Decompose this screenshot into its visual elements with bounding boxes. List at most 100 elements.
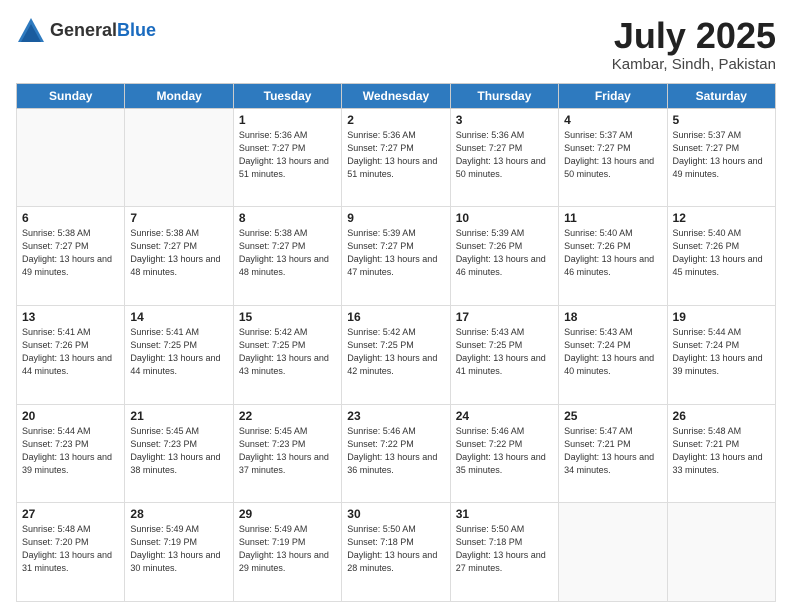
table-row: 11 Sunrise: 5:40 AMSunset: 7:26 PMDayligh…: [559, 207, 667, 306]
day-detail: Sunrise: 5:43 AMSunset: 7:24 PMDaylight:…: [564, 326, 661, 378]
table-row: 20Sunrise: 5:44 AMSunset: 7:23 PMDayligh…: [17, 404, 125, 503]
page: GeneralBlue July 2025 Kambar, Sindh, Pak…: [0, 0, 792, 612]
table-row: 15Sunrise: 5:42 AMSunset: 7:25 PMDayligh…: [233, 305, 341, 404]
table-row: 18 Sunrise: 5:43 AMSunset: 7:24 PMDayligh…: [559, 305, 667, 404]
table-row: 29 Sunrise: 5:49 AMSunset: 7:19 PMDayligh…: [233, 503, 341, 602]
day-detail: Sunrise: 5:49 AMSunset: 7:19 PMDaylight:…: [239, 523, 336, 575]
table-row: 14Sunrise: 5:41 AMSunset: 7:25 PMDayligh…: [125, 305, 233, 404]
calendar-header-row: Sunday Monday Tuesday Wednesday Thursday…: [17, 83, 776, 108]
day-number: 28: [130, 507, 227, 521]
day-number: 4: [564, 113, 661, 127]
col-friday: Friday: [559, 83, 667, 108]
table-row: 26 Sunrise: 5:48 AMSunset: 7:21 PMDayligh…: [667, 404, 775, 503]
table-row: 21Sunrise: 5:45 AMSunset: 7:23 PMDayligh…: [125, 404, 233, 503]
day-number: 1: [239, 113, 336, 127]
day-number: 25: [564, 409, 661, 423]
day-detail: Sunrise: 5:43 AMSunset: 7:25 PMDaylight:…: [456, 326, 553, 378]
day-number: 26: [673, 409, 770, 423]
day-number: 24: [456, 409, 553, 423]
day-detail: Sunrise: 5:46 AMSunset: 7:22 PMDaylight:…: [456, 425, 553, 477]
header: GeneralBlue July 2025 Kambar, Sindh, Pak…: [16, 16, 776, 73]
day-number: 2: [347, 113, 444, 127]
logo-icon: [16, 16, 46, 46]
day-number: 19: [673, 310, 770, 324]
table-row: 10 Sunrise: 5:39 AMSunset: 7:26 PMDayligh…: [450, 207, 558, 306]
day-detail: Sunrise: 5:48 AMSunset: 7:21 PMDaylight:…: [673, 425, 770, 477]
day-number: 22: [239, 409, 336, 423]
day-detail: Sunrise: 5:50 AMSunset: 7:18 PMDaylight:…: [456, 523, 553, 575]
title-month: July 2025: [612, 16, 776, 56]
day-number: 3: [456, 113, 553, 127]
day-detail: Sunrise: 5:39 AMSunset: 7:27 PMDaylight:…: [347, 227, 444, 279]
day-number: 8: [239, 211, 336, 225]
day-number: 13: [22, 310, 119, 324]
table-row: 23 Sunrise: 5:46 AMSunset: 7:22 PMDayligh…: [342, 404, 450, 503]
day-detail: Sunrise: 5:40 AMSunset: 7:26 PMDaylight:…: [564, 227, 661, 279]
table-row: 28 Sunrise: 5:49 AMSunset: 7:19 PMDayligh…: [125, 503, 233, 602]
table-row: [125, 108, 233, 207]
day-number: 10: [456, 211, 553, 225]
day-detail: Sunrise: 5:37 AMSunset: 7:27 PMDaylight:…: [564, 129, 661, 181]
table-row: 17 Sunrise: 5:43 AMSunset: 7:25 PMDayligh…: [450, 305, 558, 404]
col-wednesday: Wednesday: [342, 83, 450, 108]
day-detail: Sunrise: 5:42 AMSunset: 7:25 PMDaylight:…: [239, 326, 336, 378]
day-detail: Sunrise: 5:36 AMSunset: 7:27 PMDaylight:…: [347, 129, 444, 181]
table-row: [559, 503, 667, 602]
col-monday: Monday: [125, 83, 233, 108]
logo-blue: Blue: [117, 20, 156, 40]
table-row: 7Sunrise: 5:38 AMSunset: 7:27 PMDaylight…: [125, 207, 233, 306]
day-detail: Sunrise: 5:36 AMSunset: 7:27 PMDaylight:…: [239, 129, 336, 181]
day-number: 21: [130, 409, 227, 423]
table-row: 5Sunrise: 5:37 AMSunset: 7:27 PMDaylight…: [667, 108, 775, 207]
day-detail: Sunrise: 5:44 AMSunset: 7:24 PMDaylight:…: [673, 326, 770, 378]
day-number: 14: [130, 310, 227, 324]
table-row: 3 Sunrise: 5:36 AMSunset: 7:27 PMDaylight…: [450, 108, 558, 207]
day-detail: Sunrise: 5:47 AMSunset: 7:21 PMDaylight:…: [564, 425, 661, 477]
logo-container: GeneralBlue: [16, 16, 156, 46]
table-row: 8Sunrise: 5:38 AMSunset: 7:27 PMDaylight…: [233, 207, 341, 306]
day-number: 20: [22, 409, 119, 423]
day-detail: Sunrise: 5:49 AMSunset: 7:19 PMDaylight:…: [130, 523, 227, 575]
table-row: 24 Sunrise: 5:46 AMSunset: 7:22 PMDayligh…: [450, 404, 558, 503]
day-detail: Sunrise: 5:41 AMSunset: 7:26 PMDaylight:…: [22, 326, 119, 378]
day-number: 6: [22, 211, 119, 225]
table-row: 9 Sunrise: 5:39 AMSunset: 7:27 PMDaylight…: [342, 207, 450, 306]
day-detail: Sunrise: 5:38 AMSunset: 7:27 PMDaylight:…: [130, 227, 227, 279]
table-row: 22 Sunrise: 5:45 AMSunset: 7:23 PMDayligh…: [233, 404, 341, 503]
day-number: 31: [456, 507, 553, 521]
day-detail: Sunrise: 5:39 AMSunset: 7:26 PMDaylight:…: [456, 227, 553, 279]
day-detail: Sunrise: 5:40 AMSunset: 7:26 PMDaylight:…: [673, 227, 770, 279]
table-row: 12 Sunrise: 5:40 AMSunset: 7:26 PMDayligh…: [667, 207, 775, 306]
day-number: 29: [239, 507, 336, 521]
table-row: [667, 503, 775, 602]
day-number: 9: [347, 211, 444, 225]
day-number: 17: [456, 310, 553, 324]
day-detail: Sunrise: 5:46 AMSunset: 7:22 PMDaylight:…: [347, 425, 444, 477]
col-tuesday: Tuesday: [233, 83, 341, 108]
day-detail: Sunrise: 5:50 AMSunset: 7:18 PMDaylight:…: [347, 523, 444, 575]
calendar-week-row: 20Sunrise: 5:44 AMSunset: 7:23 PMDayligh…: [17, 404, 776, 503]
calendar-table: Sunday Monday Tuesday Wednesday Thursday…: [16, 83, 776, 602]
calendar-week-row: 1 Sunrise: 5:36 AMSunset: 7:27 PMDaylight…: [17, 108, 776, 207]
table-row: 25 Sunrise: 5:47 AMSunset: 7:21 PMDayligh…: [559, 404, 667, 503]
table-row: 4 Sunrise: 5:37 AMSunset: 7:27 PMDaylight…: [559, 108, 667, 207]
day-number: 18: [564, 310, 661, 324]
table-row: 19 Sunrise: 5:44 AMSunset: 7:24 PMDayligh…: [667, 305, 775, 404]
day-number: 11: [564, 211, 661, 225]
calendar-week-row: 27Sunrise: 5:48 AMSunset: 7:20 PMDayligh…: [17, 503, 776, 602]
calendar-week-row: 13 Sunrise: 5:41 AMSunset: 7:26 PMDayligh…: [17, 305, 776, 404]
table-row: 2 Sunrise: 5:36 AMSunset: 7:27 PMDaylight…: [342, 108, 450, 207]
table-row: [17, 108, 125, 207]
table-row: 30Sunrise: 5:50 AMSunset: 7:18 PMDayligh…: [342, 503, 450, 602]
day-detail: Sunrise: 5:45 AMSunset: 7:23 PMDaylight:…: [239, 425, 336, 477]
day-detail: Sunrise: 5:36 AMSunset: 7:27 PMDaylight:…: [456, 129, 553, 181]
table-row: 6Sunrise: 5:38 AMSunset: 7:27 PMDaylight…: [17, 207, 125, 306]
day-number: 23: [347, 409, 444, 423]
col-thursday: Thursday: [450, 83, 558, 108]
table-row: 31 Sunrise: 5:50 AMSunset: 7:18 PMDayligh…: [450, 503, 558, 602]
col-sunday: Sunday: [17, 83, 125, 108]
day-detail: Sunrise: 5:37 AMSunset: 7:27 PMDaylight:…: [673, 129, 770, 181]
title-block: July 2025 Kambar, Sindh, Pakistan: [612, 16, 776, 73]
day-number: 12: [673, 211, 770, 225]
day-detail: Sunrise: 5:48 AMSunset: 7:20 PMDaylight:…: [22, 523, 119, 575]
